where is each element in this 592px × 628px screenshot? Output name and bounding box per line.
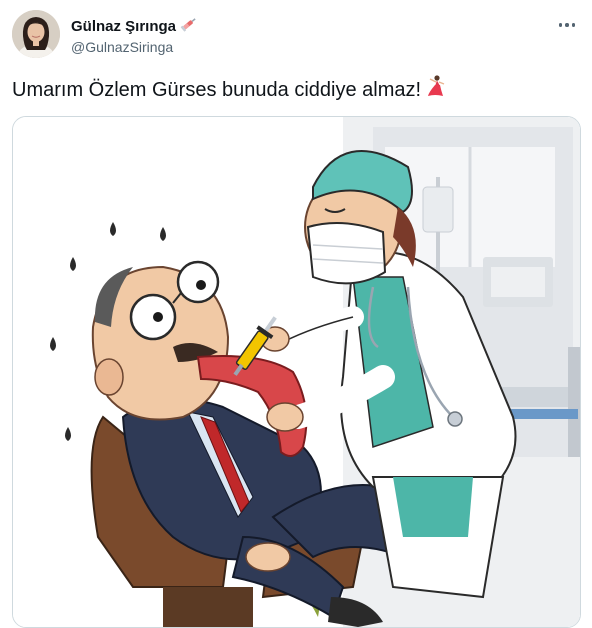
- avatar[interactable]: [12, 10, 60, 58]
- avatar-image: [12, 10, 60, 58]
- syringe-icon: [180, 16, 198, 37]
- tweet-header: Gülnaz Şırınga @GulnazSiringa: [10, 8, 582, 64]
- tweet-card: Gülnaz Şırınga @GulnazSiringa Umarım Özl…: [0, 0, 592, 628]
- dancer-icon: [425, 74, 447, 106]
- more-options-icon[interactable]: [556, 14, 578, 36]
- author-display-name-row[interactable]: Gülnaz Şırınga: [71, 16, 198, 37]
- tweet-text-row: Umarım Özlem Gürses bunuda ciddiye almaz…: [12, 74, 447, 106]
- tweet-media-image[interactable]: [12, 116, 581, 628]
- cartoon-illustration: [13, 117, 580, 627]
- author-handle[interactable]: @GulnazSiringa: [71, 38, 198, 56]
- tweet-text: Umarım Özlem Gürses bunuda ciddiye almaz…: [12, 79, 422, 101]
- author-display-name[interactable]: Gülnaz Şırınga: [71, 18, 176, 36]
- author-block: Gülnaz Şırınga @GulnazSiringa: [71, 16, 198, 56]
